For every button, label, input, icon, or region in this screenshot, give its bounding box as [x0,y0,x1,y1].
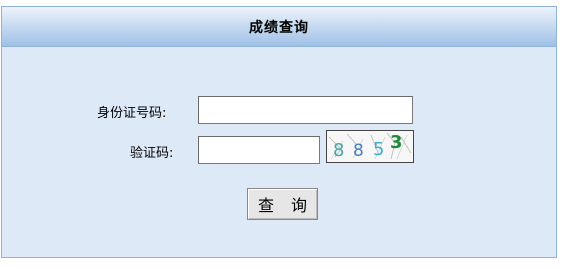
query-button[interactable]: 查 询 [247,188,318,220]
query-panel: 成绩查询 身份证号码: 验证码: 8 8 5 3 查 询 [1,6,557,258]
id-number-label: 身份证号码: [97,106,167,121]
panel-header: 成绩查询 [2,7,556,47]
captcha-char: 3 [390,132,403,153]
captcha-image[interactable]: 8 8 5 3 [326,130,414,163]
panel-title: 成绩查询 [249,19,309,36]
captcha-char: 8 [353,141,364,161]
captcha-char: 8 [333,140,344,161]
verification-code-label: 验证码: [130,146,174,161]
verification-code-input[interactable] [198,136,320,164]
id-number-input[interactable] [198,96,413,124]
captcha-graphic: 8 8 5 3 [328,132,412,161]
captcha-char: 5 [373,139,384,160]
